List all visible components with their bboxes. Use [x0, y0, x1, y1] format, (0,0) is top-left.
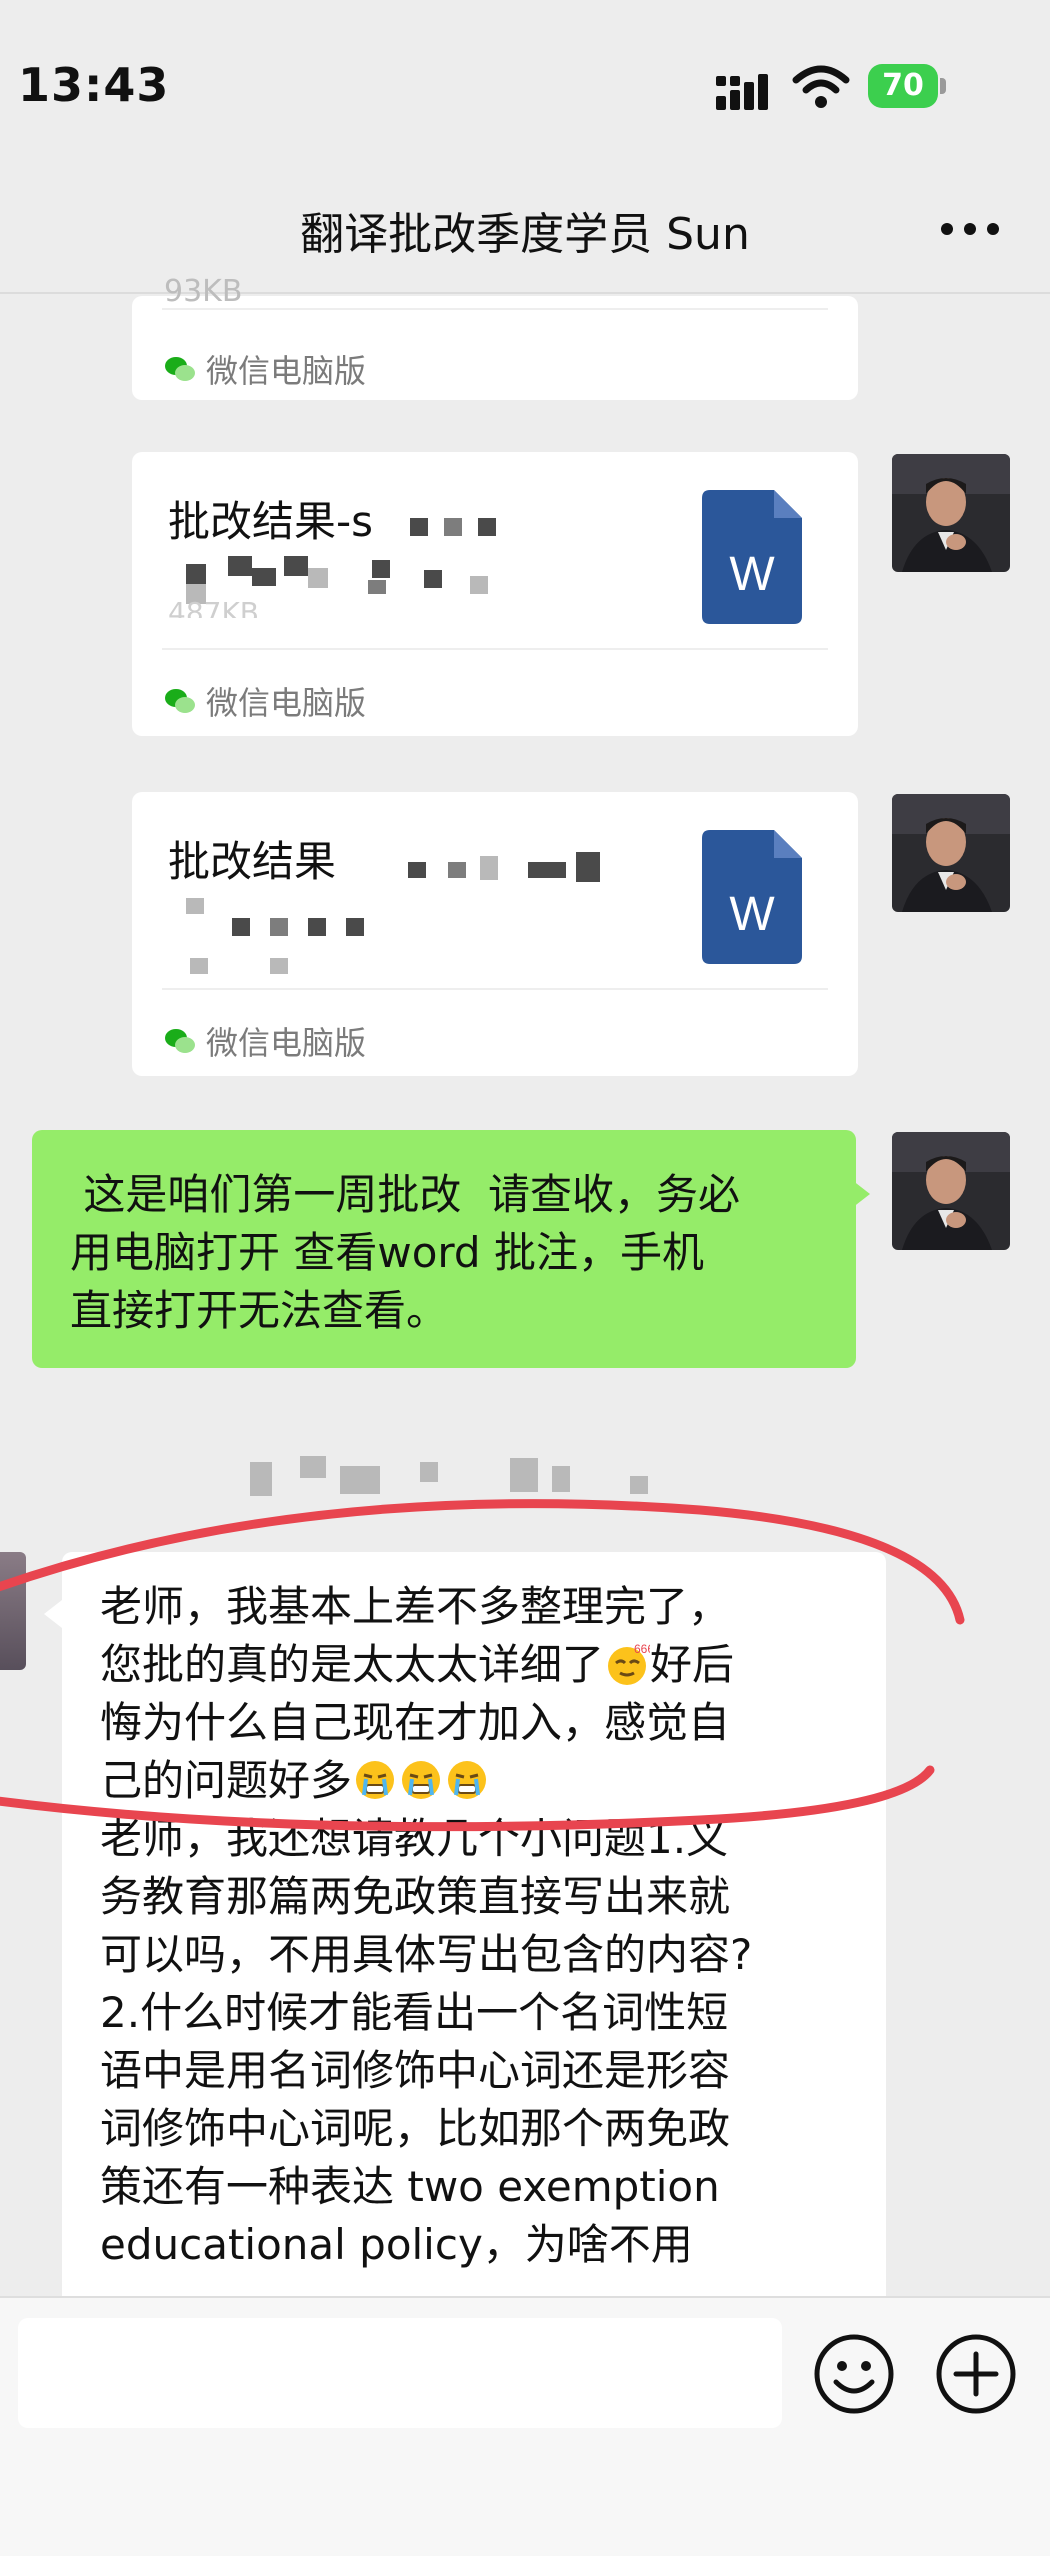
mosaic-block: [372, 560, 390, 578]
file-name: 批改结果: [168, 837, 337, 886]
bubble-tail: [852, 1180, 870, 1208]
mosaic-block: [232, 918, 250, 936]
message-line: educational policy，为啥不用: [100, 2220, 693, 2269]
mosaic-block: [410, 518, 428, 536]
mosaic-block: [228, 556, 252, 576]
red-annotation-stroke: [0, 1499, 965, 1832]
mosaic-block: [252, 568, 276, 586]
message-line: 策还有一种表达 two exemption: [100, 2162, 720, 2211]
file-message-card[interactable]: 批改结果 W 微信电脑版: [132, 792, 858, 1076]
file-size-fragment: 93KB: [164, 274, 243, 309]
mosaic-block: [190, 958, 208, 974]
avatar[interactable]: [892, 454, 1010, 572]
mosaic-block: [408, 862, 426, 878]
wechat-icon: [165, 689, 195, 713]
battery-cap: [940, 78, 946, 94]
avatar-photo: [892, 454, 1010, 572]
card-divider: [162, 648, 828, 650]
file-name: 批改结果-s: [168, 497, 374, 546]
word-letter: W: [729, 888, 775, 941]
plus-circle-icon[interactable]: [934, 2332, 1018, 2416]
mosaic-block: [576, 852, 600, 882]
card-divider: [162, 988, 828, 990]
status-time: 13:43: [18, 58, 170, 112]
cellular-signal-icon: [716, 74, 768, 110]
message-line: 语中是用名词修饰中心词还是形容: [100, 2046, 731, 2095]
word-letter: W: [729, 548, 775, 601]
card-source: 微信电脑版: [164, 1018, 366, 1064]
wifi-icon: [792, 65, 850, 108]
avatar[interactable]: [892, 1132, 1010, 1250]
mosaic-block: [270, 918, 288, 936]
file-message-card-partial[interactable]: 93KB 微信电脑版: [132, 274, 858, 400]
mosaic-block: [470, 576, 488, 594]
card-source-label: 微信电脑版: [206, 1024, 367, 1062]
word-document-icon: W: [702, 830, 802, 964]
message-line: 这是咱们第一周批改 请查收，务必: [70, 1170, 741, 1219]
avatar-photo: [892, 794, 1010, 912]
card-divider: [162, 308, 828, 310]
avatar[interactable]: [892, 794, 1010, 912]
wechat-icon: [165, 357, 195, 381]
wechat-icon: [165, 1029, 195, 1053]
mosaic-block: [478, 518, 496, 536]
mosaic-block: [270, 958, 288, 974]
mosaic-block: [528, 862, 566, 878]
nav-divider: [0, 292, 1050, 294]
file-message-card[interactable]: 批改结果-s 487KB W 微信电脑版: [132, 452, 858, 736]
mosaic-block: [186, 564, 206, 584]
mosaic-block: [346, 918, 364, 936]
mosaic-block: [308, 918, 326, 936]
sent-message-bubble[interactable]: 这是咱们第一周批改 请查收，务必 用电脑打开 查看word 批注，手机 直接打开…: [32, 1130, 856, 1368]
mosaic-block: [424, 570, 442, 588]
mosaic-block: [308, 568, 328, 588]
word-document-icon: W: [702, 490, 802, 624]
mosaic-block: [448, 862, 466, 878]
message-line: 务教育那篇两免政策直接写出来就: [100, 1872, 731, 1921]
message-line: 直接打开无法查看。: [70, 1286, 449, 1335]
emoji-smile-icon[interactable]: [812, 2332, 896, 2416]
message-line: 可以吗，不用具体写出包含的内容?: [100, 1930, 753, 1979]
message-line: 词修饰中心词呢，比如那个两免政: [100, 2104, 731, 2153]
card-source-label: 微信电脑版: [206, 352, 367, 390]
message-input[interactable]: [18, 2318, 782, 2428]
more-dots-icon[interactable]: [940, 222, 1000, 236]
mosaic-block: [444, 518, 462, 536]
battery-indicator: 70: [868, 64, 946, 108]
mosaic-block: [368, 580, 386, 594]
message-line: 2.什么时候才能看出一个名词性短: [100, 1988, 729, 2037]
card-source-label: 微信电脑版: [206, 684, 367, 722]
chat-title: 翻译批改季度学员 Sun: [300, 209, 750, 260]
mosaic-block: [284, 556, 308, 576]
battery-level: 70: [868, 64, 938, 108]
file-size-fragment: 487KB: [168, 596, 260, 618]
mosaic-block: [480, 856, 498, 880]
card-source: 微信电脑版: [164, 678, 366, 724]
mosaic-block: [186, 898, 204, 914]
message-line: 用电脑打开 查看word 批注，手机: [70, 1228, 704, 1277]
card-source: 微信电脑版: [164, 346, 366, 392]
avatar-photo: [892, 1132, 1010, 1250]
